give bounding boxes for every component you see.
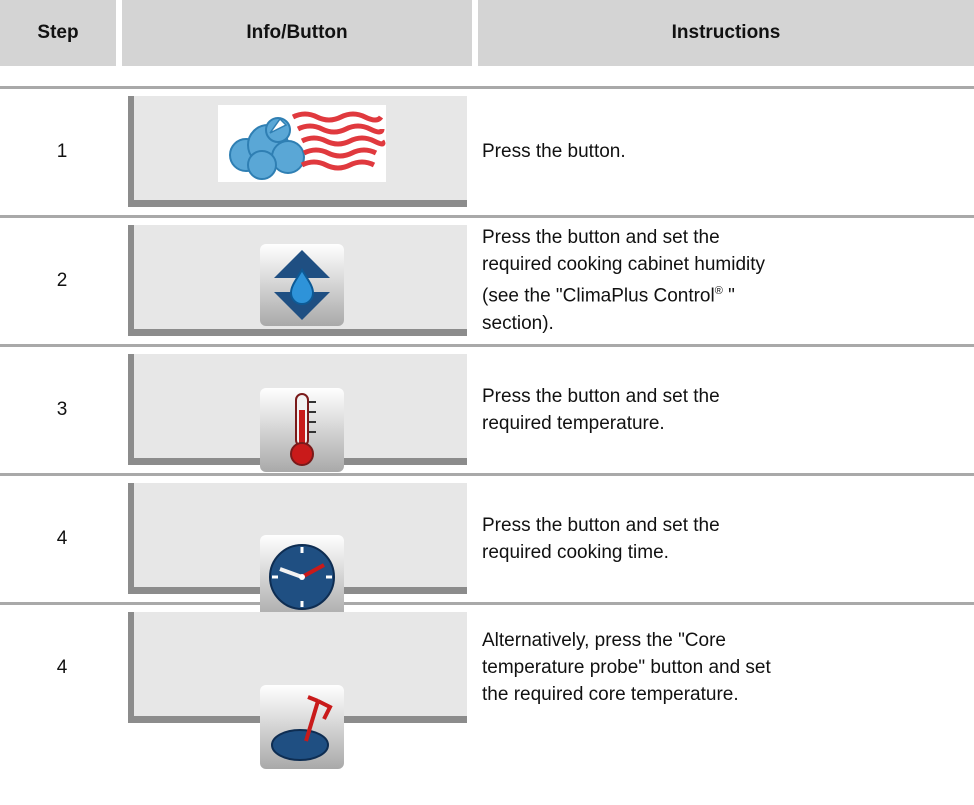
row-divider (0, 86, 974, 89)
clock-icon[interactable] (260, 535, 344, 619)
button-panel (128, 225, 467, 336)
row-divider (0, 344, 974, 347)
header-info-button: Info/Button (122, 0, 472, 66)
step-number: 3 (56, 398, 68, 420)
instruction-text: Press the button. (482, 141, 626, 162)
instruction-text: Press the button and set the required te… (482, 385, 720, 434)
button-panel (128, 612, 467, 769)
step-number: 2 (56, 269, 68, 291)
step-number: 1 (56, 140, 68, 162)
instruction-text: Press the button and set the required co… (482, 514, 720, 563)
row-divider (0, 473, 974, 476)
header-step: Step (0, 0, 116, 66)
instruction-text: Alternatively, press the "Core temperatu… (482, 630, 771, 705)
core-probe-icon[interactable] (260, 685, 344, 769)
step-number: 4 (56, 656, 68, 678)
button-panel (128, 96, 467, 207)
row-divider (0, 602, 974, 605)
header-instructions: Instructions (478, 0, 974, 66)
instruction-text: Press the button and set the required co… (482, 227, 766, 334)
humidity-icon[interactable] (260, 244, 344, 326)
row-divider (0, 215, 974, 218)
steam-mode-icon[interactable] (218, 105, 386, 182)
button-panel (128, 354, 467, 472)
button-panel (128, 483, 467, 619)
step-number: 4 (56, 527, 68, 549)
thermometer-icon[interactable] (260, 388, 344, 472)
